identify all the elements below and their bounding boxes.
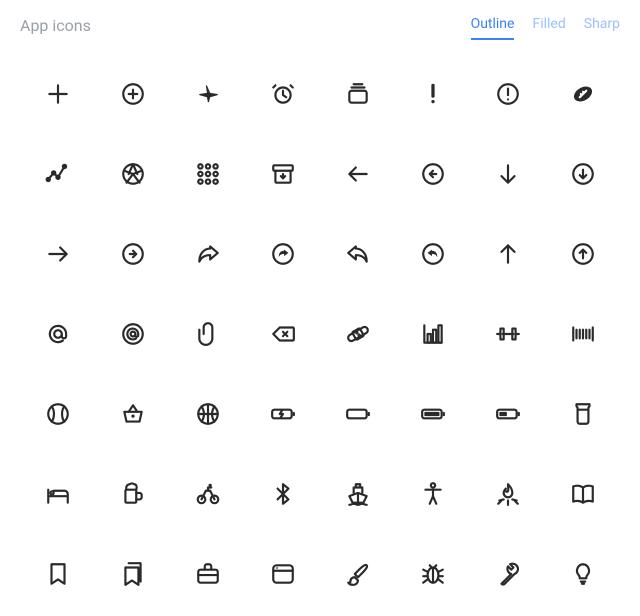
bluetooth-icon[interactable] (253, 468, 313, 520)
boat-icon[interactable] (328, 468, 388, 520)
arrow-undo-circle-icon[interactable] (403, 228, 463, 280)
battery-full-icon[interactable] (403, 388, 463, 440)
browser-icon[interactable] (253, 548, 313, 600)
arrow-forward-circle-icon[interactable] (103, 228, 163, 280)
barcode-icon[interactable] (553, 308, 613, 360)
build-icon[interactable] (478, 548, 538, 600)
add-circle-icon[interactable] (103, 68, 163, 120)
albums-icon[interactable] (328, 68, 388, 120)
analytics-icon[interactable] (28, 148, 88, 200)
archive-icon[interactable] (253, 148, 313, 200)
header: App icons Outline Filled Sharp (20, 16, 620, 40)
battery-charging-icon[interactable] (253, 388, 313, 440)
bug-icon[interactable] (403, 548, 463, 600)
bookmark-icon[interactable] (28, 548, 88, 600)
bookmarks-icon[interactable] (103, 548, 163, 600)
style-tabs: Outline Filled Sharp (471, 16, 620, 40)
basket-icon[interactable] (103, 388, 163, 440)
arrow-forward-icon[interactable] (28, 228, 88, 280)
arrow-down-icon[interactable] (478, 148, 538, 200)
arrow-undo-icon[interactable] (328, 228, 388, 280)
bandage-icon[interactable] (328, 308, 388, 360)
alarm-icon[interactable] (253, 68, 313, 120)
brush-icon[interactable] (328, 548, 388, 600)
arrow-redo-icon[interactable] (178, 228, 238, 280)
beaker-icon[interactable] (553, 388, 613, 440)
arrow-redo-circle-icon[interactable] (253, 228, 313, 280)
baseball-icon[interactable] (28, 388, 88, 440)
arrow-up-circle-icon[interactable] (553, 228, 613, 280)
arrow-back-icon[interactable] (328, 148, 388, 200)
bed-icon[interactable] (28, 468, 88, 520)
bar-chart-icon[interactable] (403, 308, 463, 360)
battery-dead-icon[interactable] (328, 388, 388, 440)
add-icon[interactable] (28, 68, 88, 120)
arrow-up-icon[interactable] (478, 228, 538, 280)
icon-grid (20, 68, 620, 600)
arrow-down-circle-icon[interactable] (553, 148, 613, 200)
at-icon[interactable] (28, 308, 88, 360)
attach-icon[interactable] (178, 308, 238, 360)
book-icon[interactable] (553, 468, 613, 520)
bulb-icon[interactable] (553, 548, 613, 600)
airplane-icon[interactable] (178, 68, 238, 120)
bonfire-icon[interactable] (478, 468, 538, 520)
arrow-back-circle-icon[interactable] (403, 148, 463, 200)
beer-icon[interactable] (103, 468, 163, 520)
tab-outline[interactable]: Outline (471, 16, 515, 40)
tab-filled[interactable]: Filled (532, 16, 565, 40)
backspace-icon[interactable] (253, 308, 313, 360)
bicycle-icon[interactable] (178, 468, 238, 520)
alert-circle-icon[interactable] (478, 68, 538, 120)
basketball-icon[interactable] (178, 388, 238, 440)
section-title: App icons (20, 16, 91, 35)
body-icon[interactable] (403, 468, 463, 520)
tab-sharp[interactable]: Sharp (584, 16, 620, 40)
apps-icon[interactable] (178, 148, 238, 200)
at-circle-icon[interactable] (103, 308, 163, 360)
briefcase-icon[interactable] (178, 548, 238, 600)
alert-icon[interactable] (403, 68, 463, 120)
american-football-icon[interactable] (553, 68, 613, 120)
aperture-icon[interactable] (103, 148, 163, 200)
battery-half-icon[interactable] (478, 388, 538, 440)
barbell-icon[interactable] (478, 308, 538, 360)
